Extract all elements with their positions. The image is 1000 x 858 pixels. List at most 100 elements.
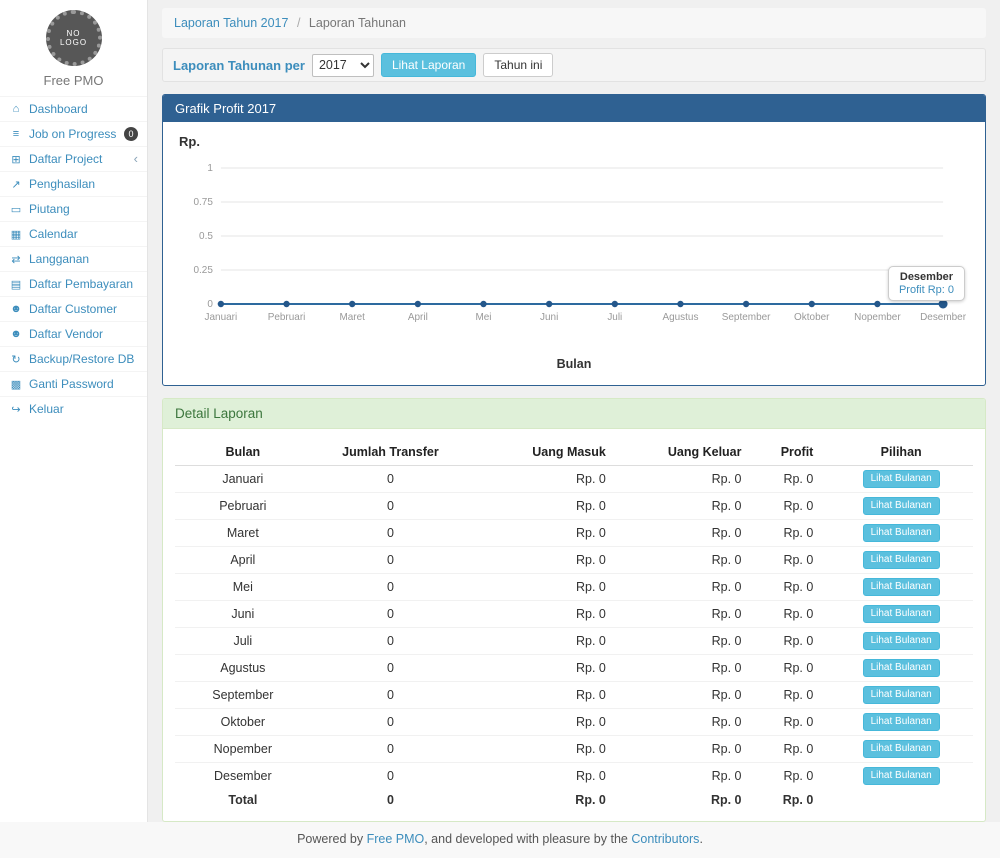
cell-bulan: Juni [175, 601, 311, 628]
footer-brand-link[interactable]: Free PMO [367, 832, 425, 846]
cell-bulan: Januari [175, 466, 311, 493]
lihat-laporan-button[interactable]: Lihat Laporan [381, 53, 476, 77]
lihat-bulanan-button[interactable]: Lihat Bulanan [863, 767, 940, 785]
cell-uang-masuk: Rp. 0 [470, 655, 622, 682]
lihat-bulanan-button[interactable]: Lihat Bulanan [863, 659, 940, 677]
sidebar-item-backup-restore-db[interactable]: ↻Backup/Restore DB [0, 346, 147, 371]
table-row: Oktober0Rp. 0Rp. 0Rp. 0Lihat Bulanan [175, 709, 973, 736]
cell-profit: Rp. 0 [758, 520, 830, 547]
sidebar-item-piutang[interactable]: ▭Piutang [0, 196, 147, 221]
sidebar-item-label: Ganti Password [29, 377, 138, 391]
total-cell: Total [175, 789, 311, 811]
cell-bulan: Desember [175, 763, 311, 790]
sidebar-item-job-on-progress[interactable]: ≡Job on Progress0 [0, 121, 147, 146]
dashboard-icon: ⌂ [9, 103, 23, 115]
cell-jumlah-transfer: 0 [311, 547, 471, 574]
breadcrumb-link[interactable]: Laporan Tahun 2017 [174, 16, 288, 30]
cell-jumlah-transfer: 0 [311, 520, 471, 547]
sidebar-item-calendar[interactable]: ▦Calendar [0, 221, 147, 246]
cell-profit: Rp. 0 [758, 709, 830, 736]
app-logo: NO LOGO [46, 10, 102, 66]
total-cell: Rp. 0 [622, 789, 758, 811]
sidebar-item-label: Daftar Vendor [29, 327, 138, 341]
sidebar-item-daftar-pembayaran[interactable]: ▤Daftar Pembayaran [0, 271, 147, 296]
lihat-bulanan-button[interactable]: Lihat Bulanan [863, 524, 940, 542]
logo-block: NO LOGO Free PMO [0, 0, 147, 96]
sidebar-item-langganan[interactable]: ⇄Langganan [0, 246, 147, 271]
table-row: Agustus0Rp. 0Rp. 0Rp. 0Lihat Bulanan [175, 655, 973, 682]
svg-text:0.25: 0.25 [194, 265, 214, 276]
profit-chart-panel: Grafik Profit 2017 Rp. 00.250.50.751Janu… [162, 94, 986, 386]
sidebar-item-label: Job on Progress [29, 127, 118, 141]
lihat-bulanan-button[interactable]: Lihat Bulanan [863, 605, 940, 623]
svg-text:0.5: 0.5 [199, 231, 213, 242]
breadcrumb-separator: / [297, 16, 300, 30]
lihat-bulanan-button[interactable]: Lihat Bulanan [863, 578, 940, 596]
cell-bulan: Agustus [175, 655, 311, 682]
cell-profit: Rp. 0 [758, 682, 830, 709]
year-select[interactable]: 2017 [312, 54, 374, 77]
cell-uang-keluar: Rp. 0 [622, 466, 758, 493]
cell-jumlah-transfer: 0 [311, 655, 471, 682]
column-header: Pilihan [829, 439, 973, 466]
table-row: Maret0Rp. 0Rp. 0Rp. 0Lihat Bulanan [175, 520, 973, 547]
svg-text:September: September [722, 312, 771, 323]
chart-panel-body: Rp. 00.250.50.751JanuariPebruariMaretApr… [163, 122, 985, 385]
table-row: April0Rp. 0Rp. 0Rp. 0Lihat Bulanan [175, 547, 973, 574]
report-table-body: Januari0Rp. 0Rp. 0Rp. 0Lihat BulananPebr… [175, 466, 973, 790]
sidebar-item-label: Daftar Project [29, 152, 128, 166]
sidebar-item-label: Piutang [29, 202, 138, 216]
count-badge: 0 [124, 127, 138, 141]
sidebar-item-label: Langganan [29, 252, 138, 266]
sidebar-item-ganti-password[interactable]: ▩Ganti Password [0, 371, 147, 396]
sidebar-item-label: Dashboard [29, 102, 138, 116]
total-empty-cell [829, 789, 973, 811]
vendors-icon: ☻ [9, 328, 23, 340]
cell-uang-masuk: Rp. 0 [470, 574, 622, 601]
cell-uang-masuk: Rp. 0 [470, 628, 622, 655]
chevron-left-icon: ‹ [134, 154, 138, 164]
sidebar-item-daftar-project[interactable]: ⊞Daftar Project‹ [0, 146, 147, 171]
svg-text:0.75: 0.75 [194, 197, 214, 208]
sidebar-item-daftar-customer[interactable]: ☻Daftar Customer [0, 296, 147, 321]
lihat-bulanan-button[interactable]: Lihat Bulanan [863, 686, 940, 704]
cell-profit: Rp. 0 [758, 493, 830, 520]
sidebar-item-keluar[interactable]: ↪Keluar [0, 396, 147, 421]
cell-uang-masuk: Rp. 0 [470, 493, 622, 520]
cell-uang-masuk: Rp. 0 [470, 709, 622, 736]
cell-uang-keluar: Rp. 0 [622, 763, 758, 790]
cell-uang-masuk: Rp. 0 [470, 682, 622, 709]
sidebar-menu: ⌂Dashboard≡Job on Progress0⊞Daftar Proje… [0, 96, 147, 421]
svg-text:Januari: Januari [205, 312, 238, 323]
detail-panel-title: Detail Laporan [163, 399, 985, 429]
lihat-bulanan-button[interactable]: Lihat Bulanan [863, 632, 940, 650]
total-cell: 0 [311, 789, 471, 811]
profit-chart[interactable]: 00.250.50.751JanuariPebruariMaretAprilMe… [175, 154, 973, 354]
sidebar-item-label: Calendar [29, 227, 138, 241]
footer-contributors-link[interactable]: Contributors [631, 832, 699, 846]
cell-uang-keluar: Rp. 0 [622, 628, 758, 655]
cell-jumlah-transfer: 0 [311, 763, 471, 790]
sidebar-item-penghasilan[interactable]: ↗Penghasilan [0, 171, 147, 196]
sidebar-item-label: Penghasilan [29, 177, 138, 191]
lihat-bulanan-button[interactable]: Lihat Bulanan [863, 497, 940, 515]
sidebar-item-daftar-vendor[interactable]: ☻ Daftar Vendor [0, 321, 147, 346]
cell-profit: Rp. 0 [758, 466, 830, 493]
table-row: Mei0Rp. 0Rp. 0Rp. 0Lihat Bulanan [175, 574, 973, 601]
sidebar-item-dashboard[interactable]: ⌂ Dashboard [0, 96, 147, 121]
breadcrumb-current: Laporan Tahunan [309, 16, 406, 30]
tahun-ini-button[interactable]: Tahun ini [483, 53, 553, 77]
svg-text:Juli: Juli [607, 312, 622, 323]
cell-profit: Rp. 0 [758, 736, 830, 763]
cell-bulan: September [175, 682, 311, 709]
lihat-bulanan-button[interactable]: Lihat Bulanan [863, 470, 940, 488]
report-table-total-row: Total0Rp. 0Rp. 0Rp. 0 [175, 789, 973, 811]
cell-profit: Rp. 0 [758, 601, 830, 628]
payment-list-icon: ▤ [9, 278, 23, 291]
cell-jumlah-transfer: 0 [311, 601, 471, 628]
lihat-bulanan-button[interactable]: Lihat Bulanan [863, 740, 940, 758]
lihat-bulanan-button[interactable]: Lihat Bulanan [863, 713, 940, 731]
cell-profit: Rp. 0 [758, 628, 830, 655]
lihat-bulanan-button[interactable]: Lihat Bulanan [863, 551, 940, 569]
breadcrumb: Laporan Tahun 2017 / Laporan Tahunan [162, 8, 986, 38]
